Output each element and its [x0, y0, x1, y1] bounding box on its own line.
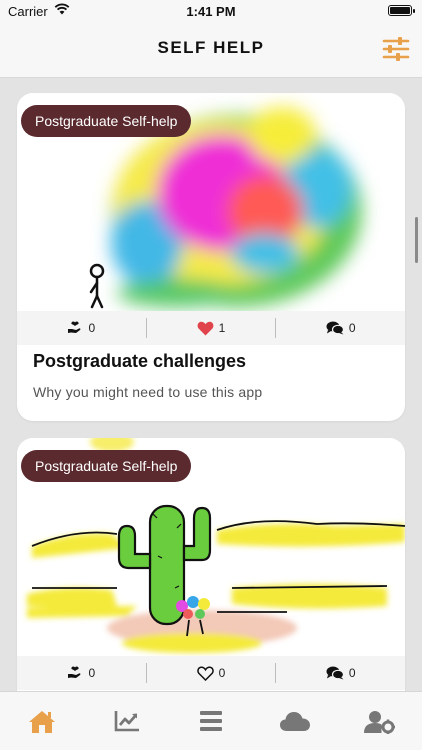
support-count: 0 — [88, 321, 96, 335]
tab-home[interactable] — [0, 692, 84, 750]
tab-cloud[interactable] — [253, 692, 337, 750]
comments-icon — [326, 666, 344, 680]
battery-icon — [388, 5, 415, 16]
support-count: 0 — [88, 666, 96, 680]
menu-icon — [200, 711, 223, 731]
comment-count: 0 — [348, 666, 356, 680]
category-tag[interactable]: Postgraduate Self-help — [21, 105, 192, 137]
status-time: 1:41 PM — [186, 4, 236, 19]
status-bar: Carrier 1:41 PM — [0, 0, 422, 22]
post-card[interactable]: Postgraduate Self-help 0 1 0 Postgraduat… — [17, 93, 405, 421]
post-title[interactable]: Postgraduate challenges — [33, 351, 246, 372]
tab-bar — [0, 691, 422, 750]
comments-button[interactable]: 0 — [275, 318, 405, 338]
tab-progress[interactable] — [84, 692, 168, 750]
top-bar: Carrier 1:41 PM SELF HELP — [0, 0, 422, 78]
page-title: SELF HELP — [157, 38, 265, 57]
user-settings-icon — [363, 711, 395, 734]
home-icon — [29, 711, 56, 733]
comments-button[interactable]: 0 — [275, 663, 405, 683]
category-tag[interactable]: Postgraduate Self-help — [21, 450, 192, 482]
post-stats: 0 1 0 — [17, 311, 405, 345]
post-stats: 0 0 0 — [17, 656, 405, 690]
hand-heart-icon — [68, 321, 81, 333]
tab-menu[interactable] — [169, 692, 253, 750]
support-button[interactable]: 0 — [17, 656, 146, 690]
like-count: 0 — [218, 666, 226, 680]
comments-icon — [326, 321, 344, 335]
post-subtitle: Why you might need to use this app — [33, 384, 263, 400]
filter-button[interactable] — [382, 36, 410, 62]
hand-heart-icon — [68, 666, 81, 678]
post-card[interactable]: Postgraduate Self-help 0 0 0 — [17, 438, 405, 691]
comment-count: 0 — [348, 321, 356, 335]
scrollbar[interactable] — [415, 217, 418, 263]
like-button[interactable]: 1 — [145, 318, 276, 338]
like-button[interactable]: 0 — [145, 663, 276, 683]
feed[interactable]: Postgraduate Self-help 0 1 0 Postgraduat… — [0, 79, 422, 691]
like-count: 1 — [218, 321, 226, 335]
heart-outline-icon — [196, 666, 214, 681]
heart-filled-icon — [197, 321, 214, 335]
cloud-icon — [280, 712, 311, 731]
sliders-icon — [382, 37, 410, 61]
support-button[interactable]: 0 — [17, 311, 146, 345]
tab-account[interactable] — [338, 692, 422, 750]
chart-icon — [114, 711, 139, 732]
